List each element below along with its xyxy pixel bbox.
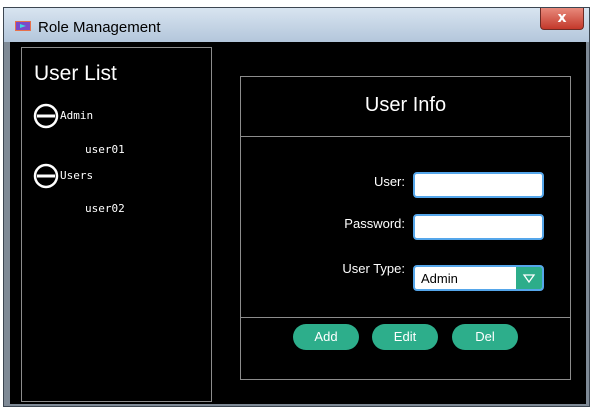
password-label: Password: [344, 216, 405, 231]
tree-group-label: Users [60, 169, 94, 182]
user-type-select[interactable]: Admin [413, 265, 544, 291]
collapse-minus-icon[interactable] [33, 103, 59, 129]
window-title: Role Management [38, 19, 161, 36]
tree-user-item[interactable]: user01 [85, 143, 125, 156]
role-management-window: Role Management x User List Admin user01 [3, 7, 590, 407]
user-input[interactable] [413, 172, 544, 198]
dropdown-button[interactable] [516, 267, 542, 289]
close-icon: x [557, 10, 567, 26]
del-button[interactable]: Del [452, 324, 518, 350]
close-button[interactable]: x [540, 8, 584, 30]
user-type-value: Admin [421, 271, 458, 286]
user-label: User: [373, 174, 405, 189]
user-list-title: User List [34, 62, 117, 85]
divider [241, 136, 570, 137]
content-area: User List Admin user01 Users user02 User… [10, 42, 586, 404]
tree-group-label: Admin [60, 109, 94, 122]
user-list-panel: User List Admin user01 Users user02 [21, 47, 212, 402]
chevron-down-icon [522, 274, 536, 284]
divider [241, 317, 570, 318]
user-info-panel: User Info User: Password: User Type: Adm… [240, 76, 571, 380]
user-type-label: User Type: [342, 261, 405, 276]
edit-button[interactable]: Edit [372, 324, 438, 350]
password-input[interactable] [413, 214, 544, 240]
add-button[interactable]: Add [293, 324, 359, 350]
tree-user-item[interactable]: user02 [85, 202, 125, 215]
title-bar[interactable]: Role Management x [4, 8, 589, 42]
app-icon [15, 21, 31, 31]
collapse-minus-icon[interactable] [33, 163, 59, 189]
user-info-title: User Info [364, 94, 447, 116]
